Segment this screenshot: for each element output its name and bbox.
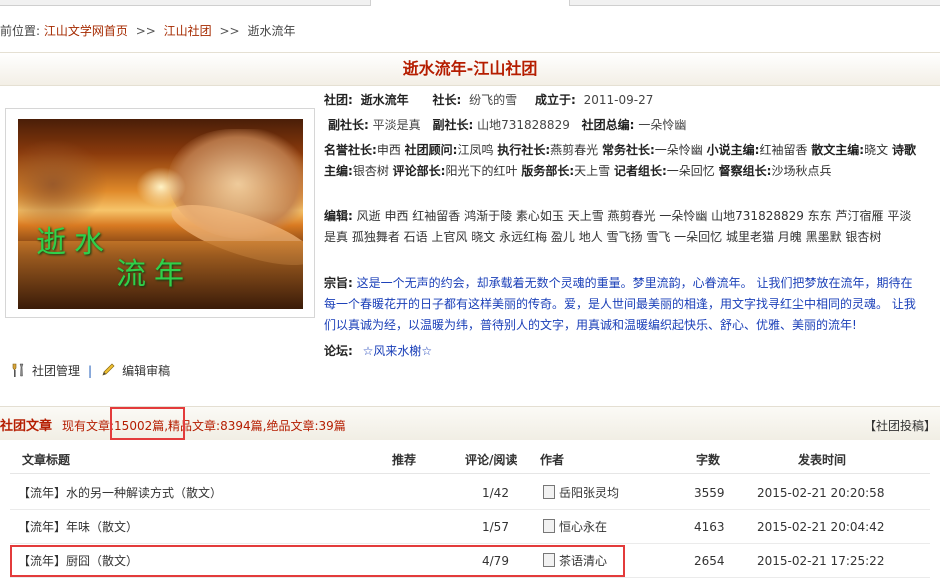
author-link[interactable]: 岳阳张灵均 [559,486,619,500]
articles-section-title: 社团文章 [0,419,53,434]
fine-articles-text: ,精品文章:8394篇,绝品文章:39篇 [164,419,346,433]
club-cover-image: 逝水 流年 [18,119,303,309]
document-icon [543,485,555,499]
club-cover-frame: 逝水 流年 [5,108,315,318]
pencil-icon [100,362,116,378]
cover-text-1: 逝水 [36,225,112,260]
president-label: 社长: [432,93,462,107]
role-value: 晓文 [864,143,889,157]
col-comments: 评论/阅读 [465,453,518,467]
col-title: 文章标题 [22,453,71,467]
top-tab-strip [0,0,940,6]
word-count: 4163 [694,520,725,534]
role-label: 散文主编: [811,143,865,157]
info-row-basic: 社团: 逝水流年 社长: 纷飞的雪 成立于: 2011-09-27 [324,90,653,110]
role-label: 常务社长: [601,143,655,157]
founded-value: 2011-09-27 [583,93,654,107]
editors-value: 风逝 申西 红袖留香 鸿渐于陵 素心如玉 天上雪 燕剪春光 一朵怜幽 山地731… [324,209,912,244]
role-value: 银杏树 [352,164,389,178]
top-tab-active[interactable] [370,0,570,6]
role-label: 执行社长: [497,143,551,157]
role-label: 名誉社长: [324,143,377,157]
tools-icon [10,362,26,378]
club-management-bar: 社团管理 | 编辑审稿 [10,362,170,380]
col-time: 发表时间 [798,453,847,467]
role-value: 阳光下的红叶 [445,164,518,178]
breadcrumb-current: 逝水流年 [247,24,296,38]
info-row-vice: 副社长: 平淡是真 副社长: 山地731828829 社团总编: 一朵怜幽 [328,115,686,135]
breadcrumb-prefix: 前位置: [0,24,41,38]
breadcrumb: 前位置: 江山文学网首页 >> 江山社团 >> 逝水流年 [0,22,295,40]
breadcrumb-separator: >> [135,24,156,38]
role-value: 天上雪 [574,164,611,178]
manage-divider: | [88,364,93,378]
role-value: 燕剪春光 [550,143,599,157]
vice-president-value: 平淡是真 [372,118,421,132]
role-value: 申西 [376,143,401,157]
role-label: 社团顾问: [404,143,458,157]
articles-table-header: 文章标题 推荐 评论/阅读 作者 字数 发表时间 [10,446,930,474]
club-label: 社团: [324,93,353,107]
role-value: 一朵怜幽 [654,143,703,157]
page-title-bar: 逝水流年-江山社团 [0,52,940,86]
cover-text-2: 流年 [116,257,192,292]
info-forum-row: 论坛: ☆风来水榭☆ [324,341,432,361]
role-value: 沙场秋点兵 [771,164,832,178]
publish-time: 2015-02-21 20:20:58 [757,486,885,500]
info-roles-paragraph: 名誉社长:申西 社团顾问:江凤鸣 执行社长:燕剪春光 常务社长:一朵怜幽 小说主… [324,140,920,182]
document-icon [543,519,555,533]
role-label: 版务部长: [521,164,575,178]
publish-time: 2015-02-21 17:25:22 [757,554,885,568]
breadcrumb-separator: >> [219,24,240,38]
breadcrumb-club-link[interactable]: 江山社团 [164,24,212,38]
comments-count: 1/57 [482,520,509,534]
forum-label: 论坛: [324,344,353,358]
page-title: 逝水流年-江山社团 [402,59,538,78]
role-value: 一朵回忆 [666,164,715,178]
table-row: 【流年】年味（散文） 1/57 恒心永在 4163 2015-02-21 20:… [10,510,930,544]
role-label: 记者组长: [613,164,667,178]
info-motto-paragraph: 宗旨: 这是一个无声的约会，却承载着无数个灵魂的重量。梦里流韵，心眷流年。 让我… [324,273,920,336]
editors-label: 编辑: [324,209,353,223]
motto-label: 宗旨: [324,276,353,290]
club-name-value: 逝水流年 [360,93,409,107]
club-submit-link[interactable]: 【社团投稿】 [864,417,936,434]
role-value: 江凤鸣 [457,143,494,157]
motto-value: 这是一个无声的约会，却承载着无数个灵魂的重量。梦里流韵，心眷流年。 让我们把梦放… [324,276,916,332]
edit-review-link[interactable]: 编辑审稿 [122,364,170,378]
chief-editor-label: 社团总编: [581,118,635,132]
publish-time: 2015-02-21 20:04:42 [757,520,885,534]
word-count: 2654 [694,554,725,568]
col-author: 作者 [540,453,565,467]
breadcrumb-home-link[interactable]: 江山文学网首页 [44,24,128,38]
existing-prefix: 现有文章: [62,419,115,433]
author-cell: 岳阳张灵均 [543,476,619,510]
role-label: 督察组长: [718,164,772,178]
vice-president-label: 副社长: [328,118,369,132]
role-label: 小说主编: [706,143,760,157]
role-value: 红袖留香 [759,143,808,157]
highlight-box-count [110,407,185,440]
article-title-link[interactable]: 【流年】水的另一种解读方式（散文） [18,476,222,510]
article-title-link[interactable]: 【流年】年味（散文） [18,510,138,544]
author-cell: 恒心永在 [543,510,607,544]
role-label: 评论部长: [392,164,446,178]
articles-stats: 现有文章:15002篇,精品文章:8394篇,绝品文章:39篇 [62,417,346,434]
table-row: 【流年】水的另一种解读方式（散文） 1/42 岳阳张灵均 3559 2015-0… [10,476,930,510]
forum-link[interactable]: ☆风来水榭☆ [363,344,433,358]
comments-count: 1/42 [482,486,509,500]
col-recommend: 推荐 [392,453,417,467]
chief-editor-value: 一朵怜幽 [638,118,687,132]
president-value: 纷飞的雪 [469,93,518,107]
vice-president-label: 副社长: [432,118,474,132]
info-editors-paragraph: 编辑: 风逝 申西 红袖留香 鸿渐于陵 素心如玉 天上雪 燕剪春光 一朵怜幽 山… [324,206,920,248]
founded-label: 成立于: [534,93,576,107]
highlight-box-row [10,545,625,577]
author-link[interactable]: 恒心永在 [559,520,607,534]
club-manage-link[interactable]: 社团管理 [32,364,80,378]
word-count: 3559 [694,486,725,500]
vice-president-value: 山地731828829 [477,118,570,132]
col-words: 字数 [696,453,721,467]
